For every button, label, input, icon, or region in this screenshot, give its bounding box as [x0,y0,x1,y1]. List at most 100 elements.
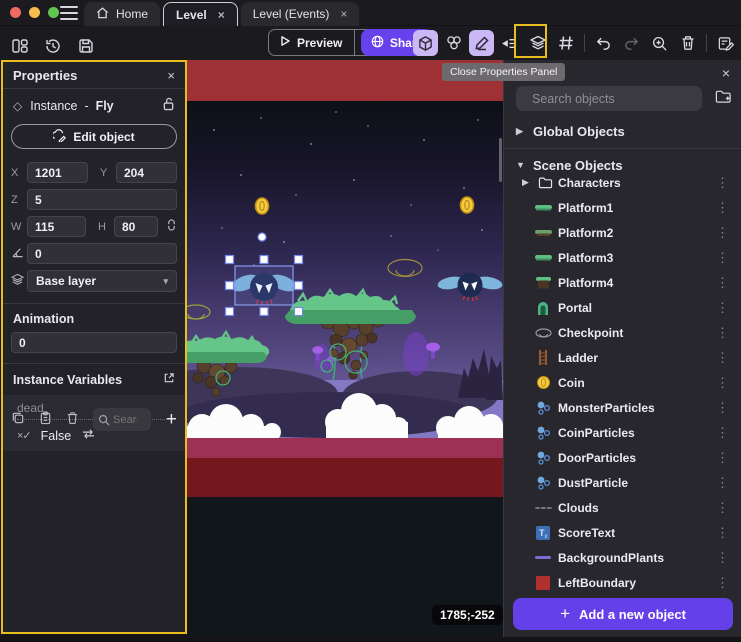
properties-panel-title: Properties [13,68,77,83]
object-menu-button[interactable]: ⋮ [716,525,729,541]
global-objects-section[interactable]: ▶ Global Objects [504,120,741,142]
object-menu-button[interactable]: ⋮ [716,575,729,591]
object-label: DoorParticles [558,451,636,465]
object-menu-button[interactable]: ⋮ [716,500,729,516]
object-list-item[interactable]: ▶Characters⋮ [504,170,741,195]
object-menu-button[interactable]: ⋮ [716,400,729,416]
home-icon [96,7,109,22]
edit-mode-icon[interactable] [469,30,494,56]
layers-icon[interactable] [525,30,550,56]
animation-input[interactable] [11,332,177,353]
platform-green-icon [534,200,552,216]
object-menu-button[interactable]: ⋮ [716,375,729,391]
tab-level[interactable]: Level × [163,2,238,26]
close-objects-panel-icon[interactable]: × [722,65,730,81]
link-dimensions-icon[interactable] [166,218,177,235]
width-label: W [11,221,23,233]
add-object-label: Add a new object [579,607,686,622]
open-variables-icon[interactable] [163,372,175,387]
height-input[interactable] [114,216,158,237]
objects-search[interactable] [516,86,702,111]
add-variable-button[interactable]: + [166,410,177,429]
menu-icon[interactable] [60,6,78,20]
traffic-lights [10,7,59,18]
object-menu-button[interactable]: ⋮ [716,325,729,341]
object-list-item[interactable]: TxScoreText⋮ [504,520,741,545]
save-icon[interactable] [76,33,96,59]
object-menu-button[interactable]: ⋮ [716,200,729,216]
close-window-button[interactable] [10,7,21,18]
z-input[interactable] [27,189,177,210]
object-menu-button[interactable]: ⋮ [716,425,729,441]
object-list-item[interactable]: BackgroundPlants⋮ [504,545,741,570]
undo-icon[interactable] [591,30,616,56]
copy-icon[interactable] [11,411,25,428]
redo-icon[interactable] [619,30,644,56]
scene-canvas[interactable]: 1785;-252 [186,60,503,637]
object-list-item[interactable]: Coin⋮ [504,370,741,395]
object-label: Portal [558,301,592,315]
3d-view-icon[interactable] [413,30,438,56]
coin [256,198,269,214]
paste-icon[interactable] [39,411,52,428]
object-groups-icon[interactable] [441,30,466,56]
object-label: Checkpoint [558,326,623,340]
panels-layout-icon[interactable] [10,33,30,59]
object-menu-button[interactable]: ⋮ [716,275,729,291]
instances-list-icon[interactable] [497,30,522,56]
scene-properties-icon[interactable] [713,30,738,56]
object-list-item[interactable]: CoinParticles⋮ [504,420,741,445]
layer-select[interactable]: Base layer ▾ [27,270,177,292]
x-input[interactable] [27,162,88,183]
object-list-item[interactable]: Platform2⋮ [504,220,741,245]
object-list: ▶Characters⋮Platform1⋮Platform2⋮Platform… [504,170,741,622]
objects-search-input[interactable] [532,92,693,106]
object-list-item[interactable]: Ladder⋮ [504,345,741,370]
object-list-item[interactable]: DustParticle⋮ [504,470,741,495]
object-menu-button[interactable]: ⋮ [716,300,729,316]
object-list-item[interactable]: Platform4⋮ [504,270,741,295]
canvas-scrollbar [499,138,502,182]
variables-search-input[interactable] [93,408,151,431]
object-list-item[interactable]: DoorParticles ⋮ [504,445,741,470]
object-menu-button[interactable]: ⋮ [716,175,729,191]
width-input[interactable] [27,216,86,237]
delete-variable-icon[interactable] [66,411,79,428]
close-tab-icon[interactable]: × [214,8,225,22]
close-properties-icon[interactable]: × [167,68,175,83]
object-list-item[interactable]: Platform3⋮ [504,245,741,270]
trash-icon[interactable] [675,30,700,56]
tab-home[interactable]: Home [84,2,160,26]
grid-icon[interactable] [553,30,578,56]
tab-level-events[interactable]: Level (Events) × [241,2,360,26]
angle-input[interactable] [27,243,177,264]
object-menu-button[interactable]: ⋮ [716,475,729,491]
zoom-window-button[interactable] [48,7,59,18]
object-menu-button[interactable]: ⋮ [716,350,729,366]
preview-button[interactable]: Preview ▾ [268,29,375,56]
object-list-item[interactable]: Portal ⋮ [504,295,741,320]
object-menu-button[interactable]: ⋮ [716,550,729,566]
add-object-button[interactable]: + Add a new object [513,598,733,630]
object-menu-button[interactable]: ⋮ [716,250,729,266]
unlock-icon[interactable] [162,97,175,114]
y-input[interactable] [116,162,177,183]
add-folder-icon[interactable] [714,88,732,110]
chevron-right-icon[interactable]: ▶ [522,177,530,188]
object-list-item[interactable]: Clouds⋮ [504,495,741,520]
object-list-item[interactable]: Platform1⋮ [504,195,741,220]
object-menu-button[interactable]: ⋮ [716,225,729,241]
object-menu-button[interactable]: ⋮ [716,450,729,466]
ladder-icon [534,350,552,366]
object-list-item[interactable]: Checkpoint ⋮ [504,320,741,345]
clouds-icon [534,500,552,516]
object-list-item[interactable]: MonsterParticles⋮ [504,395,741,420]
editor-tabs: Home Level × Level (Events) × [84,2,359,26]
angle-icon [11,246,23,261]
object-list-item[interactable]: LeftBoundary⋮ [504,570,741,595]
history-icon[interactable] [43,33,63,59]
minimize-window-button[interactable] [29,7,40,18]
zoom-in-icon[interactable] [647,30,672,56]
edit-object-button[interactable]: Edit object [11,124,177,149]
close-tab-icon[interactable]: × [336,7,347,21]
